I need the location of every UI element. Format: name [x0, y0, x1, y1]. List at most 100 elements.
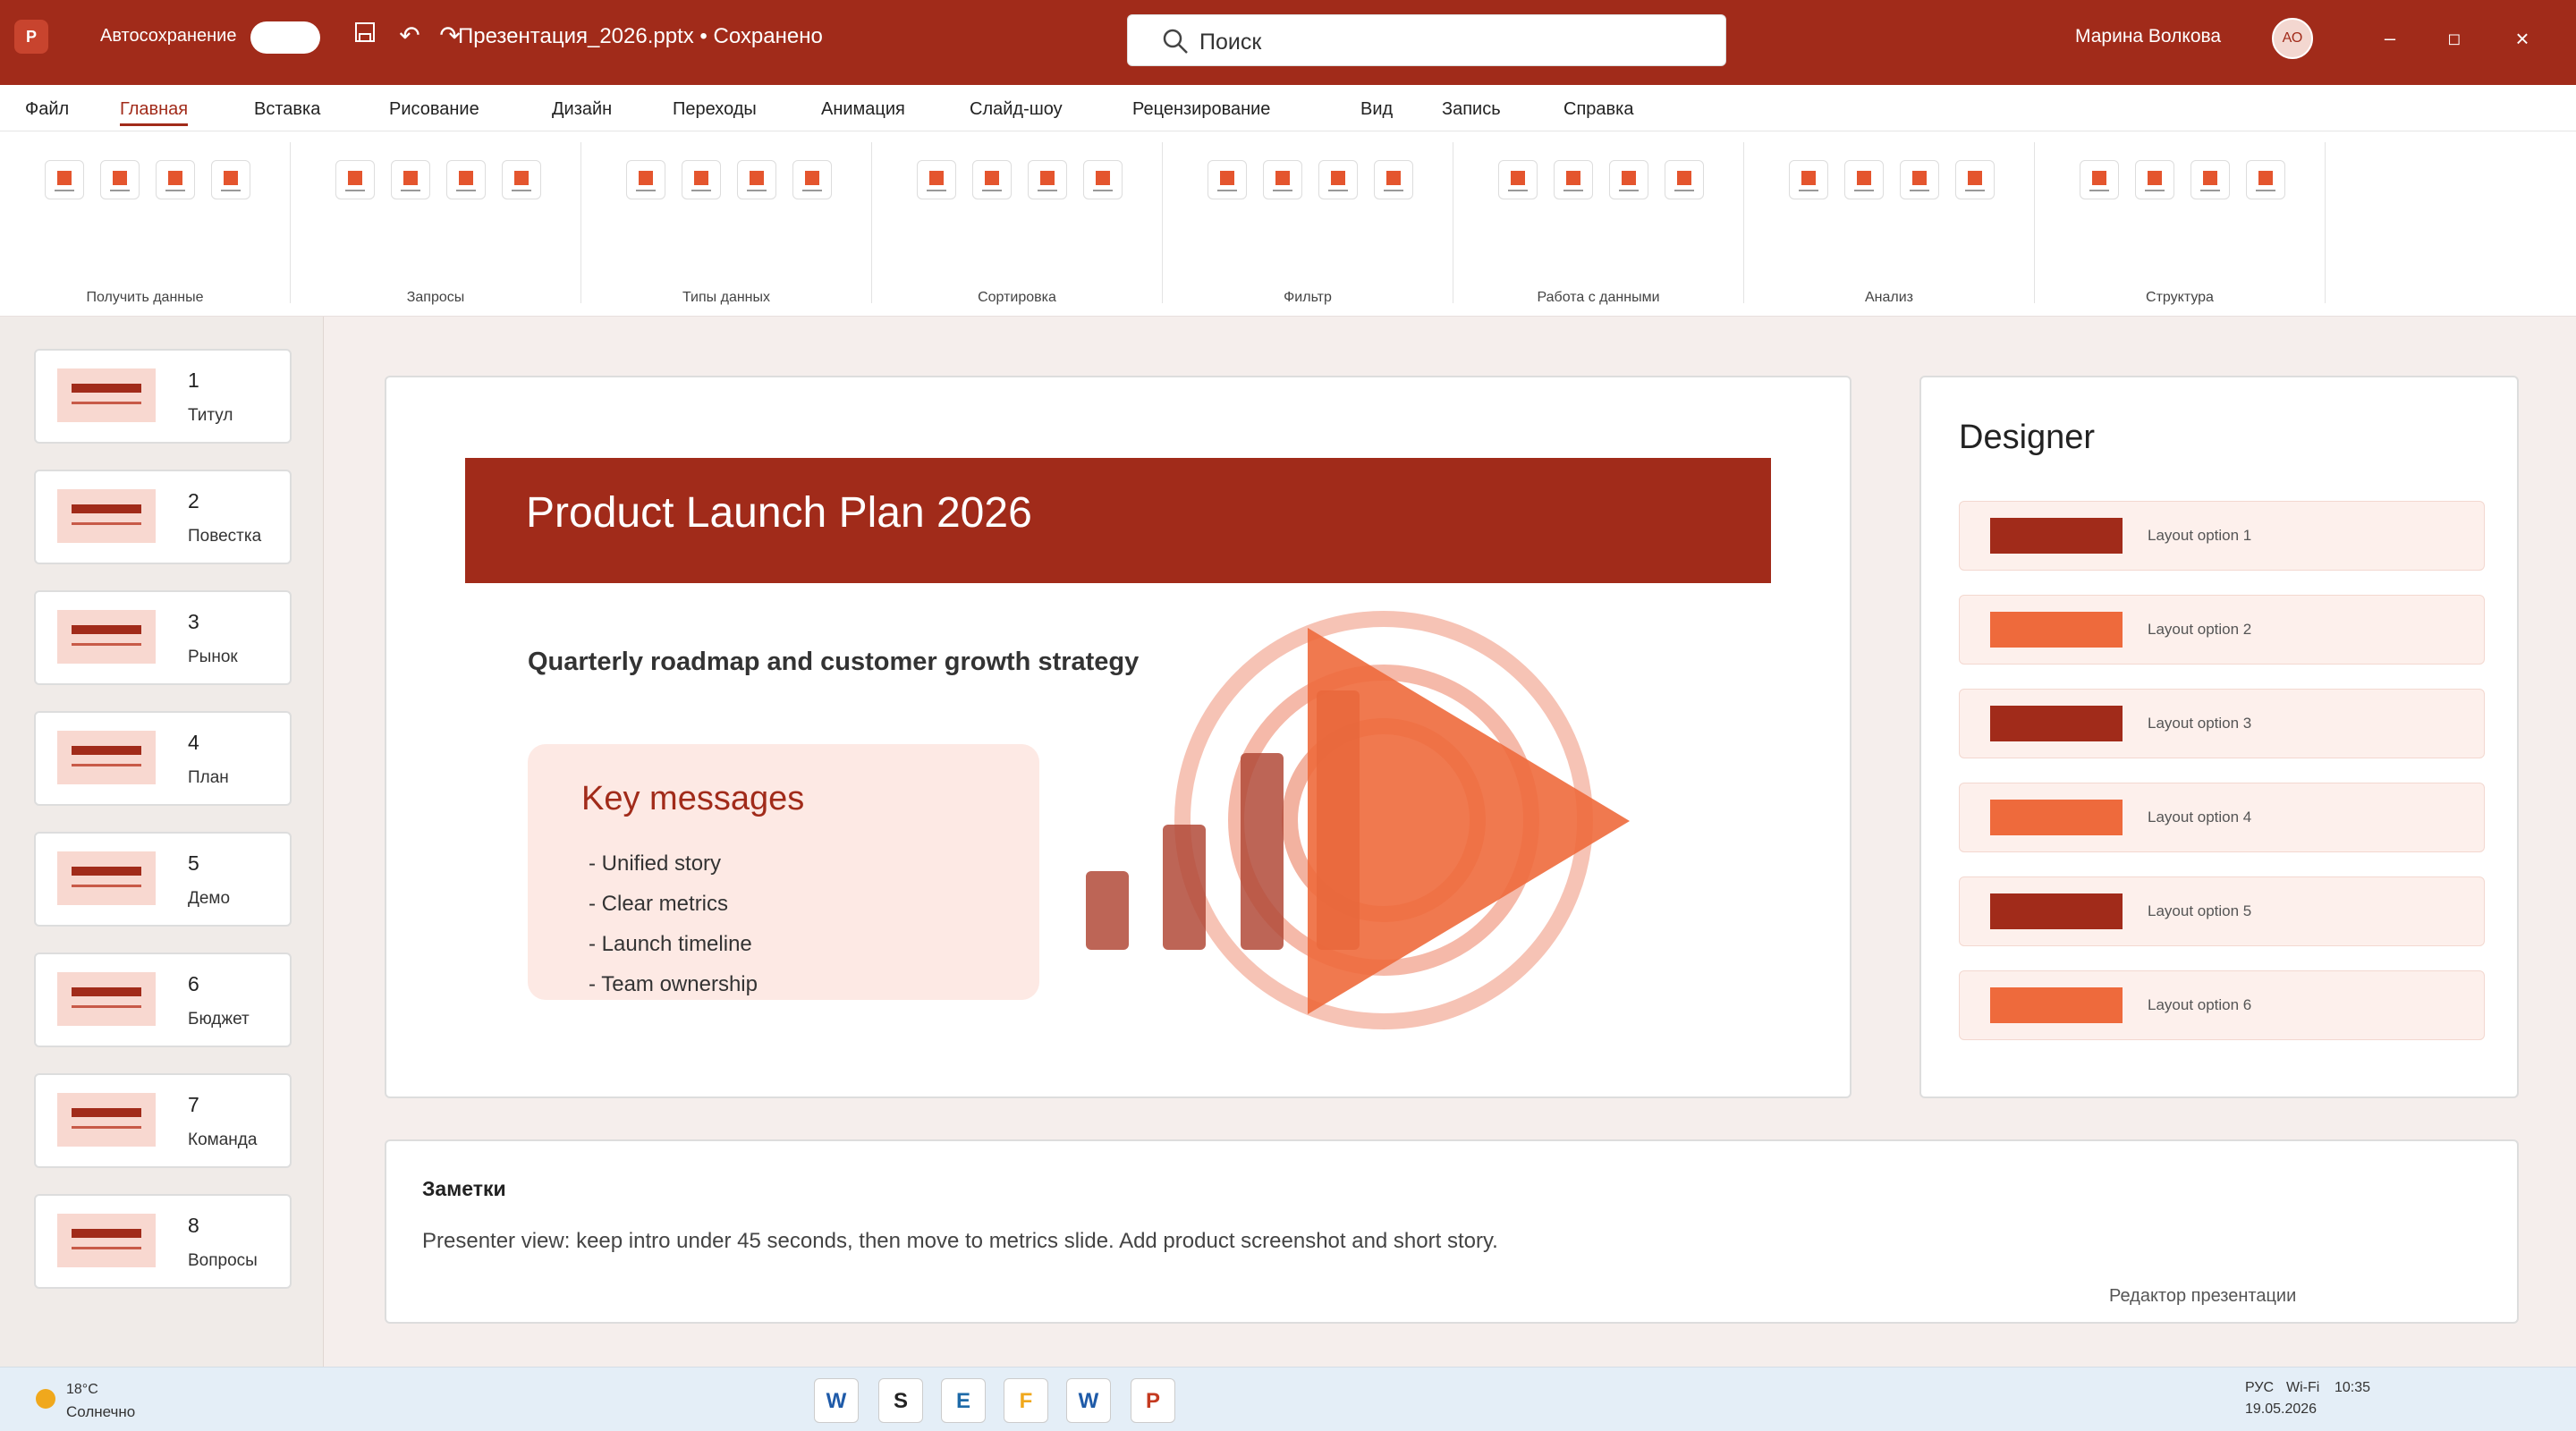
ribbon-group-label: Запросы [406, 290, 465, 305]
close-button[interactable]: × [2497, 18, 2547, 59]
notes-text[interactable]: Presenter view: keep intro under 45 seco… [422, 1229, 1498, 1254]
slide-thumbnail[interactable]: 3 Рынок [34, 590, 292, 685]
ribbon-command-icon[interactable] [2080, 160, 2119, 199]
tab-review[interactable]: Рецензирование [1132, 99, 1270, 120]
ribbon-group-label: Работа с данными [1537, 290, 1660, 305]
ribbon-command-icon[interactable] [1263, 160, 1302, 199]
tab-draw[interactable]: Рисование [389, 99, 479, 120]
layout-swatch [1990, 800, 2123, 835]
ribbon-command-icon[interactable] [682, 160, 721, 199]
layout-swatch [1990, 987, 2123, 1023]
ribbon-command-icon[interactable] [2135, 160, 2174, 199]
ribbon-command-icon[interactable] [1665, 160, 1704, 199]
notes-title: Заметки [422, 1177, 506, 1200]
tab-insert[interactable]: Вставка [254, 99, 320, 120]
ribbon-command-icon[interactable] [2246, 160, 2285, 199]
ribbon-command-icon[interactable] [917, 160, 956, 199]
slide-canvas[interactable]: Product Launch Plan 2026 Quarterly roadm… [385, 376, 1852, 1098]
layout-option[interactable]: Layout option 4 [1959, 783, 2485, 852]
taskbar-app-files-icon[interactable]: F [1004, 1378, 1048, 1423]
ribbon-command-icon[interactable] [1789, 160, 1828, 199]
ribbon-command-icon[interactable] [626, 160, 665, 199]
maximize-button[interactable]: ◻ [2429, 18, 2479, 59]
ribbon-command-icon[interactable] [1028, 160, 1067, 199]
tab-transitions[interactable]: Переходы [673, 99, 757, 120]
ribbon-command-icon[interactable] [1208, 160, 1247, 199]
slide-thumbnail[interactable]: 7 Команда [34, 1073, 292, 1168]
autosave-toggle[interactable] [250, 21, 320, 54]
launch-graphic-icon[interactable] [1039, 610, 1648, 1057]
layout-option[interactable]: Layout option 3 [1959, 689, 2485, 758]
tab-record[interactable]: Запись [1442, 99, 1501, 120]
undo-icon[interactable]: ↶ [394, 20, 426, 52]
clock-date[interactable]: 19.05.2026 [2245, 1401, 2317, 1418]
search-input[interactable]: Поиск [1127, 14, 1726, 66]
ribbon-command-icon[interactable] [1374, 160, 1413, 199]
tab-file[interactable]: Файл [25, 99, 69, 120]
ribbon-command-icon[interactable] [737, 160, 776, 199]
sun-icon[interactable] [36, 1389, 55, 1409]
slide-title-banner[interactable]: Product Launch Plan 2026 [465, 458, 1771, 583]
ribbon-command-icon[interactable] [335, 160, 375, 199]
slide-thumbnail[interactable]: 2 Повестка [34, 470, 292, 564]
slide-thumbnail[interactable]: 1 Титул [34, 349, 292, 444]
ribbon-command-icon[interactable] [1844, 160, 1884, 199]
ribbon-command-icon[interactable] [972, 160, 1012, 199]
clock-time[interactable]: 10:35 [2334, 1380, 2370, 1396]
save-icon[interactable] [349, 20, 381, 52]
ribbon-command-icon[interactable] [1083, 160, 1123, 199]
tab-slideshow[interactable]: Слайд-шоу [970, 99, 1063, 120]
slide-thumbnail[interactable]: 4 План [34, 711, 292, 806]
slide-thumbnail[interactable]: 5 Демо [34, 832, 292, 927]
slide-thumbnail[interactable]: 8 Вопросы [34, 1194, 292, 1289]
layout-option[interactable]: Layout option 2 [1959, 595, 2485, 665]
taskbar-app-word2-icon[interactable]: W [1066, 1378, 1111, 1423]
ribbon-command-icon[interactable] [2190, 160, 2230, 199]
slide-preview [57, 851, 156, 905]
ribbon-command-icon[interactable] [1318, 160, 1358, 199]
ribbon-command-icon[interactable] [156, 160, 195, 199]
slide-title: Титул [188, 406, 233, 425]
ribbon-command-icon[interactable] [1609, 160, 1648, 199]
key-message-item: - Clear metrics [589, 892, 729, 916]
ribbon-command-icon[interactable] [391, 160, 430, 199]
slide-number: 3 [188, 610, 199, 633]
taskbar-app-word-icon[interactable]: W [814, 1378, 859, 1423]
layout-option[interactable]: Layout option 1 [1959, 501, 2485, 571]
layout-swatch [1990, 893, 2123, 929]
key-message-item: - Unified story [589, 851, 722, 876]
ribbon-command-icon[interactable] [1498, 160, 1538, 199]
ribbon-command-icon[interactable] [45, 160, 84, 199]
search-placeholder: Поиск [1199, 30, 1262, 55]
notes-pane[interactable]: Заметки Presenter view: keep intro under… [385, 1139, 2519, 1324]
ribbon-command-icon[interactable] [1955, 160, 1995, 199]
ribbon-command-icon[interactable] [502, 160, 541, 199]
ribbon-tabs: Файл Главная Вставка Рисование Дизайн Пе… [0, 85, 2576, 131]
key-messages-box[interactable]: Key messages - Unified story - Clear met… [528, 744, 1039, 1000]
tab-design[interactable]: Дизайн [552, 99, 612, 120]
layout-option[interactable]: Layout option 5 [1959, 876, 2485, 946]
ribbon-command-icon[interactable] [792, 160, 832, 199]
tab-help[interactable]: Справка [1563, 99, 1633, 120]
slide-title-text[interactable]: Product Launch Plan 2026 [526, 488, 1032, 538]
slide-thumbnail[interactable]: 6 Бюджет [34, 953, 292, 1047]
taskbar-app-powerpoint-icon[interactable]: P [1131, 1378, 1175, 1423]
ribbon-command-icon[interactable] [211, 160, 250, 199]
taskbar-app-edge-icon[interactable]: E [941, 1378, 986, 1423]
layout-option[interactable]: Layout option 6 [1959, 970, 2485, 1040]
ribbon-command-icon[interactable] [1900, 160, 1939, 199]
tab-home[interactable]: Главная [120, 99, 189, 126]
slide-number: 4 [188, 731, 199, 754]
minimize-button[interactable]: – [2365, 18, 2415, 59]
tab-animation[interactable]: Анимация [821, 99, 905, 120]
ribbon-command-icon[interactable] [100, 160, 140, 199]
tab-view[interactable]: Вид [1360, 99, 1393, 120]
designer-title: Designer [1959, 419, 2096, 456]
slide-title: Команда [188, 1130, 258, 1149]
taskbar-app-s-icon[interactable]: S [878, 1378, 923, 1423]
wifi-indicator[interactable]: Wi-Fi [2286, 1380, 2319, 1396]
avatar[interactable]: АО [2272, 18, 2313, 59]
language-indicator[interactable]: РУС [2245, 1380, 2274, 1396]
ribbon-command-icon[interactable] [446, 160, 486, 199]
ribbon-command-icon[interactable] [1554, 160, 1593, 199]
